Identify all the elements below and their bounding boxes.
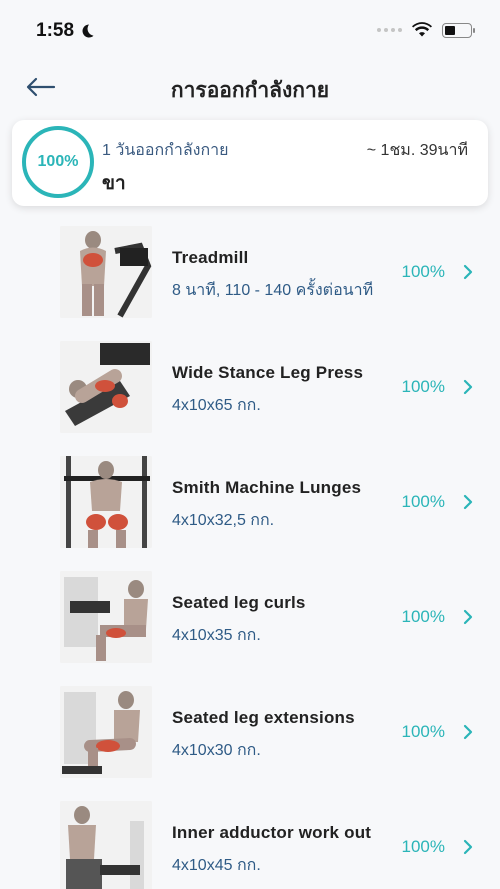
exercise-row-seated-leg-curls[interactable]: Seated leg curls 4x10x35 กก. 100% <box>0 565 500 680</box>
clock: 1:58 <box>36 20 95 42</box>
chevron-right-icon <box>463 609 473 625</box>
exercise-row-inner-adductor[interactable]: Inner adductor work out 4x10x45 กก. 100% <box>0 795 500 889</box>
page-title: การออกกำลังกาย <box>170 79 330 102</box>
exercise-name: Treadmill <box>172 248 249 267</box>
exercise-name: Wide Stance Leg Press <box>172 363 364 382</box>
progress-ring: 100% <box>22 126 94 198</box>
workout-duration: ~ 1ชม. 39นาที <box>366 142 468 159</box>
exercise-name: Inner adductor work out <box>172 823 372 842</box>
exercise-detail: 4x10x32,5 กก. <box>172 512 275 529</box>
moon-icon <box>82 24 94 38</box>
exercise-detail: 4x10x35 กก. <box>172 627 261 644</box>
exercise-thumbnail-image <box>60 226 152 318</box>
workout-days-label: 1 วันออกกำลังกาย <box>102 142 229 159</box>
wifi-icon <box>412 22 432 37</box>
exercise-progress: 100% <box>401 837 445 856</box>
header: การออกกำลังกาย <box>0 60 500 120</box>
exercise-thumbnail-image <box>60 341 152 433</box>
exercise-detail: 4x10x30 กก. <box>172 742 261 759</box>
body-part-label: ขา <box>102 173 126 194</box>
workout-summary-card: 100% 1 วันออกกำลังกาย ขา ~ 1ชม. 39นาที <box>12 120 488 206</box>
status-bar: 1:58 <box>0 0 500 60</box>
exercise-detail: 8 นาที, 110 - 140 ครั้งต่อนาที <box>172 282 374 299</box>
exercise-row-seated-leg-extensions[interactable]: Seated leg extensions 4x10x30 กก. 100% <box>0 680 500 795</box>
signal-icon <box>377 28 402 32</box>
exercise-list: Treadmill 8 นาที, 110 - 140 ครั้งต่อนาที… <box>0 220 500 889</box>
chevron-right-icon <box>463 724 473 740</box>
progress-ring-label: 100% <box>37 153 79 170</box>
exercise-progress: 100% <box>401 377 445 396</box>
exercise-name: Seated leg extensions <box>172 708 355 727</box>
exercise-row-wide-stance-leg-press[interactable]: Wide Stance Leg Press 4x10x65 กก. 100% <box>0 335 500 450</box>
chevron-right-icon <box>463 264 473 280</box>
exercise-row-treadmill[interactable]: Treadmill 8 นาที, 110 - 140 ครั้งต่อนาที… <box>0 220 500 335</box>
exercise-thumbnail-image <box>60 801 152 889</box>
exercise-name: Smith Machine Lunges <box>172 478 362 497</box>
exercise-detail: 4x10x65 กก. <box>172 397 261 414</box>
exercise-row-smith-machine-lunges[interactable]: Smith Machine Lunges 4x10x32,5 กก. 100% <box>0 450 500 565</box>
exercise-progress: 100% <box>401 492 445 511</box>
battery-icon <box>442 22 475 38</box>
status-time: 1:58 <box>36 20 75 41</box>
status-icons <box>377 22 475 38</box>
exercise-thumbnail-image <box>60 456 152 548</box>
exercise-progress: 100% <box>401 722 445 741</box>
exercise-detail: 4x10x45 กก. <box>172 857 261 874</box>
exercise-thumbnail-image <box>60 571 152 663</box>
chevron-right-icon <box>463 839 473 855</box>
exercise-progress: 100% <box>401 262 445 281</box>
chevron-right-icon <box>463 379 473 395</box>
exercise-name: Seated leg curls <box>172 593 306 612</box>
chevron-right-icon <box>463 494 473 510</box>
exercise-thumbnail-image <box>60 686 152 778</box>
exercise-progress: 100% <box>401 607 445 626</box>
